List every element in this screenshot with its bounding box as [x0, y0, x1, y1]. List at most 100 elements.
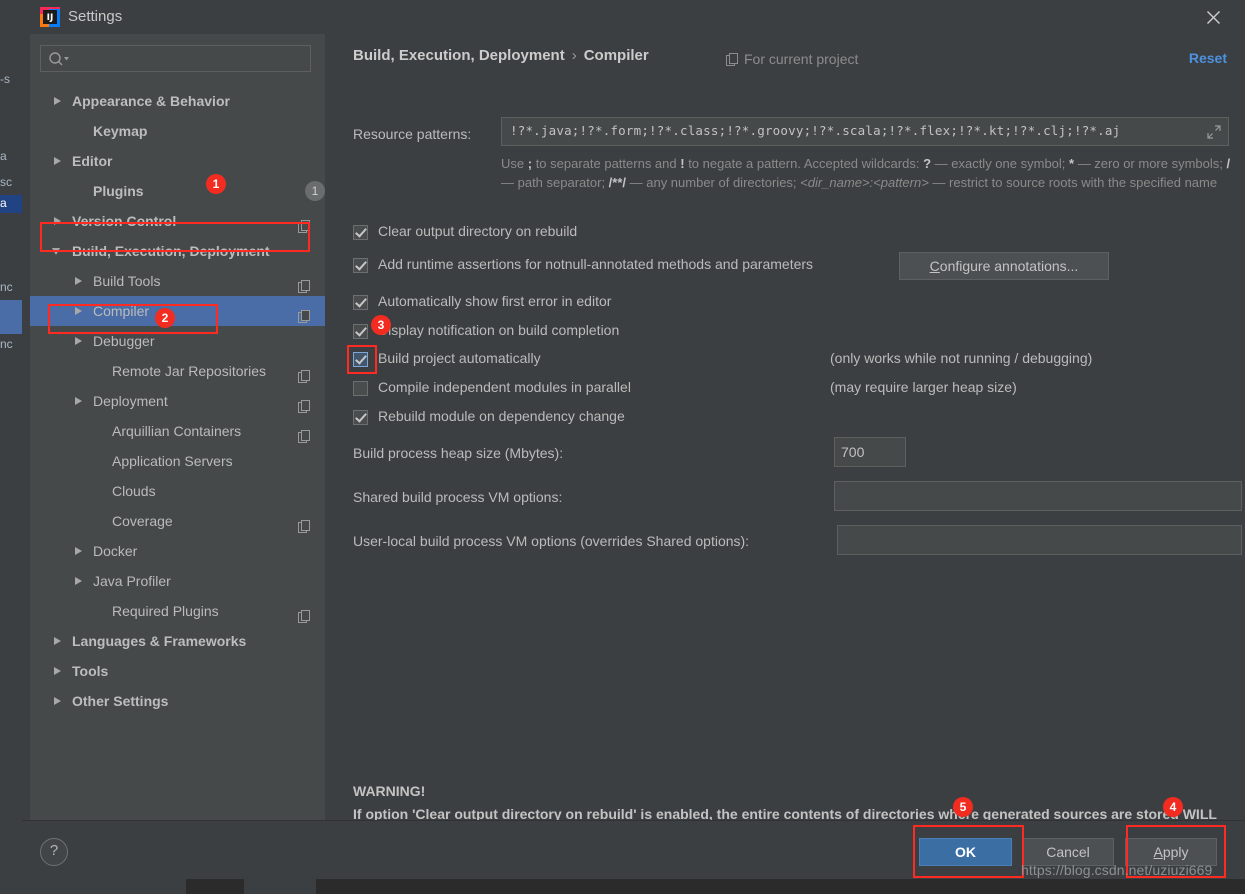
sidebar-item-label: Clouds — [112, 483, 156, 499]
settings-main-panel: Build, Execution, Deployment › Compiler Fo… — [333, 34, 1245, 845]
sidebar-item-java-profiler[interactable]: Java Profiler — [30, 566, 325, 596]
sidebar-item-tools[interactable]: Tools — [30, 656, 325, 686]
sidebar-item-deployment[interactable]: Deployment — [30, 386, 325, 416]
sidebar-item-other-settings[interactable]: Other Settings — [30, 686, 325, 716]
chevron-down-icon[interactable] — [52, 236, 65, 266]
chevron-right-icon[interactable] — [53, 626, 65, 656]
chevron-right-icon[interactable] — [74, 326, 86, 356]
sidebar-item-plugins[interactable]: Plugins 1 — [30, 176, 325, 206]
annotation-badge-4: 4 — [1163, 797, 1183, 817]
help-button[interactable]: ? — [40, 838, 68, 866]
sidebar-item-label: Plugins — [93, 183, 144, 199]
hint-part: — exactly one symbol; — [931, 156, 1070, 171]
chevron-right-icon[interactable] — [53, 686, 65, 716]
ok-button[interactable]: OK — [919, 838, 1012, 866]
sidebar-item-label: Languages & Frameworks — [72, 633, 247, 649]
hint-token-slash: / — [1226, 156, 1231, 171]
chevron-right-icon[interactable] — [74, 296, 86, 326]
sidebar-item-arquillian-containers[interactable]: Arquillian Containers — [30, 416, 325, 446]
checkbox-label: Automatically show first error in editor — [378, 293, 612, 309]
hint-part: — any number of directories; — [626, 175, 801, 190]
checkbox-box[interactable] — [353, 352, 368, 367]
configure-annotations-mnemonic: C — [929, 258, 940, 274]
sidebar-item-label: Coverage — [112, 513, 173, 529]
sidebar-item-label: Tools — [72, 663, 109, 679]
field-input-shared-build-process-vm-options[interactable] — [834, 481, 1242, 511]
sidebar-item-label: Editor — [72, 153, 113, 169]
warning-title: WARNING! — [353, 783, 426, 799]
expand-icon[interactable] — [1207, 125, 1221, 142]
checkbox-label: Add runtime assertions for notnull-annot… — [378, 256, 814, 272]
sidebar-item-build-execution-deployment[interactable]: Build, Execution, Deployment — [30, 236, 325, 266]
chevron-right-icon[interactable] — [74, 536, 86, 566]
configure-annotations-label: onfigure annotations... — [939, 258, 1079, 274]
breadcrumb-root: Build, Execution, Deployment — [353, 47, 565, 64]
field-label-shared-build-process-vm-options: Shared build process VM options: — [353, 489, 563, 505]
checkbox-box[interactable] — [353, 295, 368, 310]
checkbox-label: Rebuild module on dependency change — [378, 408, 625, 424]
checkbox-box[interactable] — [353, 324, 368, 339]
hint-part: Use — [501, 156, 528, 171]
resource-patterns-label: Resource patterns: — [353, 126, 472, 142]
sidebar-item-label: Docker — [93, 543, 138, 559]
sidebar-item-label: Other Settings — [72, 693, 169, 709]
option-note: (may require larger heap size) — [830, 379, 1017, 395]
resource-patterns-hint: Use ; to separate patterns and ! to nega… — [501, 154, 1236, 192]
project-scope-icon — [726, 53, 739, 69]
chevron-right-icon[interactable] — [53, 656, 65, 686]
search-field[interactable] — [40, 45, 311, 73]
sidebar-item-label: Deployment — [93, 393, 168, 409]
sidebar-item-label: Appearance & Behavior — [72, 93, 230, 109]
breadcrumb-separator: › — [571, 47, 577, 64]
sidebar-item-version-control[interactable]: Version Control — [30, 206, 325, 236]
settings-dialog: IJ Settings Appearance & Behavior Keymap… — [22, 0, 1245, 879]
annotation-badge-3: 3 — [371, 315, 391, 335]
sidebar-item-label: Compiler — [93, 303, 150, 319]
sidebar-item-label: Remote Jar Repositories — [112, 363, 267, 379]
sidebar-item-appearance-behavior[interactable]: Appearance & Behavior — [30, 86, 325, 116]
for-current-project-label: For current project — [744, 51, 859, 67]
hint-token-question: ? — [923, 156, 932, 171]
field-input-user-local-build-process-vm-options-overrides-sh[interactable] — [837, 525, 1242, 555]
chevron-right-icon[interactable] — [74, 386, 86, 416]
sidebar-item-label: Application Servers — [112, 453, 233, 469]
sidebar-item-label: Build, Execution, Deployment — [72, 243, 270, 259]
sidebar-item-languages-frameworks[interactable]: Languages & Frameworks — [30, 626, 325, 656]
annotation-badge-2: 2 — [155, 308, 175, 328]
checkbox-box[interactable] — [353, 381, 368, 396]
chevron-right-icon[interactable] — [53, 146, 65, 176]
chevron-right-icon[interactable] — [53, 206, 65, 236]
annotation-badge-5: 5 — [953, 797, 973, 817]
checkbox-box[interactable] — [353, 225, 368, 240]
sidebar-item-coverage[interactable]: Coverage — [30, 506, 325, 536]
search-input[interactable] — [75, 46, 311, 73]
checkbox-label: Compile independent modules in parallel — [378, 379, 631, 395]
hint-part: — path separator; — [501, 175, 609, 190]
chevron-right-icon[interactable] — [74, 566, 86, 596]
resource-patterns-field[interactable]: !?*.java;!?*.form;!?*.class;!?*.groovy;!… — [501, 117, 1229, 146]
sidebar-item-label: Keymap — [93, 123, 148, 139]
for-current-project-indicator: For current project — [726, 51, 858, 69]
configure-annotations-button[interactable]: Configure annotations... — [899, 252, 1109, 280]
reset-link[interactable]: Reset — [1189, 50, 1227, 66]
sidebar-item-build-tools[interactable]: Build Tools — [30, 266, 325, 296]
sidebar-item-required-plugins[interactable]: Required Plugins — [30, 596, 325, 626]
sidebar-item-docker[interactable]: Docker — [30, 536, 325, 566]
sidebar-item-keymap[interactable]: Keymap — [30, 116, 325, 146]
sidebar-item-label: Arquillian Containers — [112, 423, 242, 439]
close-icon[interactable] — [1199, 4, 1227, 30]
background-ide-window: -s a sc a nc ra nc — [0, 0, 22, 894]
plugins-count-badge: 1 — [305, 181, 325, 201]
checkbox-box[interactable] — [353, 410, 368, 425]
checkbox-box[interactable] — [353, 258, 368, 273]
sidebar-item-compiler[interactable]: Compiler — [30, 296, 325, 326]
hint-part: — restrict to source roots with the spec… — [928, 175, 1218, 190]
chevron-right-icon[interactable] — [74, 266, 86, 296]
field-input-build-process-heap-size-mbytes[interactable] — [834, 437, 906, 467]
chevron-right-icon[interactable] — [53, 86, 65, 116]
sidebar-item-remote-jar-repositories[interactable]: Remote Jar Repositories — [30, 356, 325, 386]
sidebar-item-application-servers[interactable]: Application Servers — [30, 446, 325, 476]
sidebar-item-debugger[interactable]: Debugger — [30, 326, 325, 356]
sidebar-item-clouds[interactable]: Clouds — [30, 476, 325, 506]
sidebar-item-editor[interactable]: Editor — [30, 146, 325, 176]
